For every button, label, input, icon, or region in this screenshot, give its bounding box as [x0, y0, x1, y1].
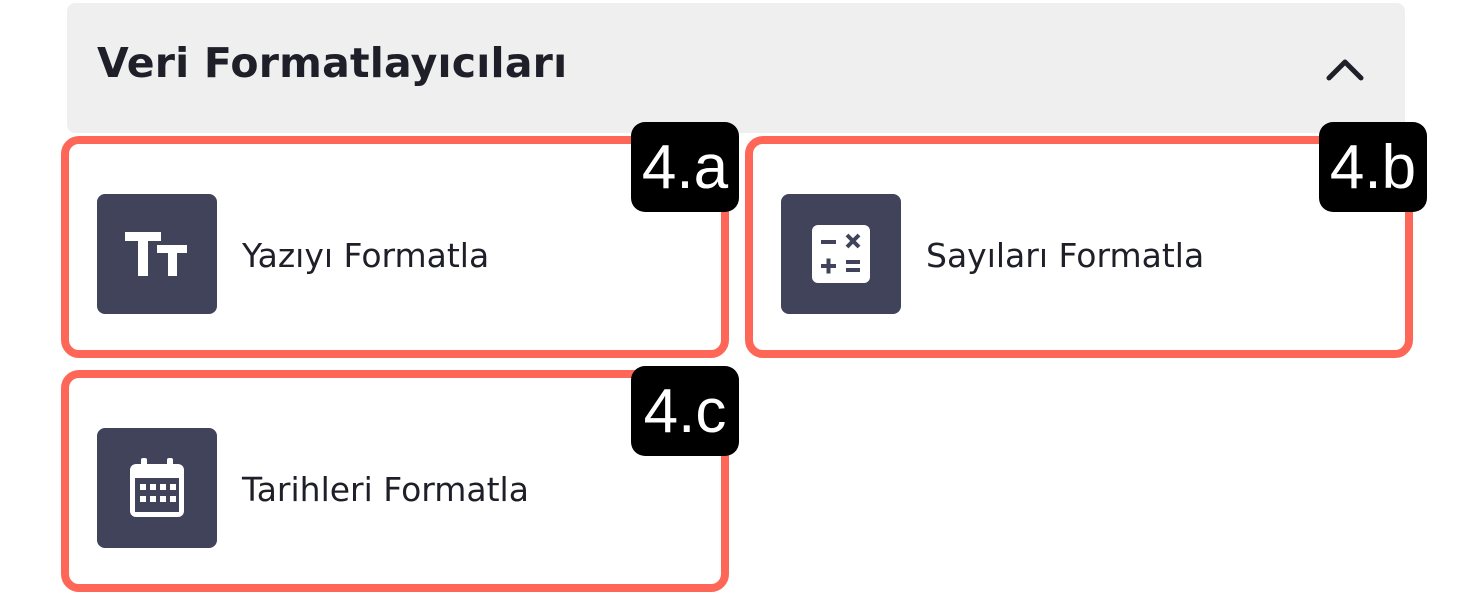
- format-text-card[interactable]: Yazıyı Formatla: [61, 136, 729, 358]
- calculator-icon: [781, 194, 901, 314]
- chevron-up-icon: [1326, 59, 1364, 81]
- format-dates-label: Tarihleri Formatla: [242, 470, 529, 509]
- data-formatters-panel: Veri Formatlayıcıları Yazıyı Formatla Sa…: [0, 0, 1474, 614]
- step-badge-4c: 4.c: [631, 366, 739, 456]
- collapse-button[interactable]: [1315, 41, 1375, 97]
- step-badge-4b: 4.b: [1319, 122, 1427, 212]
- format-text-label: Yazıyı Formatla: [242, 236, 490, 275]
- section-header[interactable]: Veri Formatlayıcıları: [67, 3, 1405, 133]
- step-badge-4a: 4.a: [631, 122, 739, 212]
- section-title: Veri Formatlayıcıları: [97, 39, 568, 87]
- format-numbers-card[interactable]: Sayıları Formatla: [745, 136, 1413, 358]
- calendar-icon: [97, 428, 217, 548]
- format-dates-card[interactable]: Tarihleri Formatla: [61, 370, 729, 592]
- text-size-icon: [97, 194, 217, 314]
- format-numbers-label: Sayıları Formatla: [926, 236, 1205, 275]
